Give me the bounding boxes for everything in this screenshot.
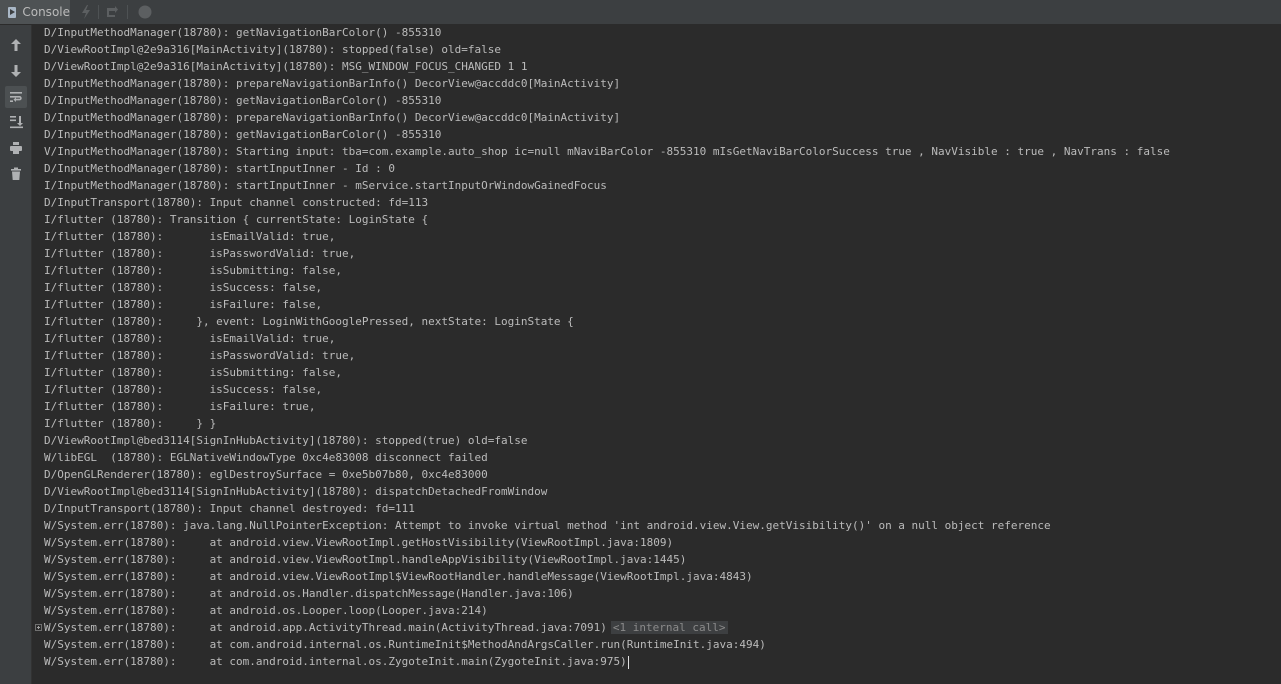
log-line: D/InputTransport(18780): Input channel d… (44, 502, 415, 515)
log-line: I/flutter (18780): isEmailValid: true, (44, 230, 336, 243)
expand-fold-icon[interactable] (35, 624, 42, 631)
log-line: D/ViewRootImpl@bed3114[SignInHubActivity… (44, 434, 528, 447)
log-line: I/flutter (18780): } } (44, 417, 217, 430)
stop-icon[interactable] (136, 3, 154, 21)
log-line-text: W/System.err(18780): at com.android.inte… (44, 655, 627, 668)
tab-console-label: Console (22, 5, 70, 19)
log-line: D/InputTransport(18780): Input channel c… (44, 196, 429, 209)
log-line: D/ViewRootImpl@bed3114[SignInHubActivity… (44, 485, 548, 498)
log-line: W/System.err(18780): at com.android.inte… (44, 653, 629, 670)
log-line: D/OpenGLRenderer(18780): eglDestroySurfa… (44, 468, 488, 481)
log-line: W/System.err(18780): at android.app.Acti… (44, 619, 728, 636)
rerun-icon[interactable] (103, 3, 121, 21)
log-line: I/flutter (18780): isPasswordValid: true… (44, 349, 356, 362)
tab-console[interactable]: Console (0, 0, 70, 24)
log-line: D/ViewRootImpl@2e9a316[MainActivity](187… (44, 43, 501, 56)
log-line: I/flutter (18780): }, event: LoginWithGo… (44, 315, 574, 328)
log-line: V/InputMethodManager(18780): Starting in… (44, 145, 1170, 158)
log-line: W/System.err(18780): at android.view.Vie… (44, 553, 687, 566)
scroll-to-end-icon[interactable] (5, 111, 27, 133)
log-line: I/InputMethodManager(18780): startInputI… (44, 179, 607, 192)
console-output[interactable]: D/InputMethodManager(18780): getNavigati… (32, 25, 1281, 684)
log-line: I/flutter (18780): isPasswordValid: true… (44, 247, 356, 260)
log-line: W/libEGL (18780): EGLNativeWindowType 0x… (44, 451, 488, 464)
log-line: W/System.err(18780): at android.os.Handl… (44, 587, 574, 600)
log-line: W/System.err(18780): java.lang.NullPoint… (44, 519, 1051, 532)
toolbar-separator (127, 5, 128, 19)
log-line: W/System.err(18780): at com.android.inte… (44, 638, 766, 651)
log-line: D/InputMethodManager(18780): prepareNavi… (44, 77, 621, 90)
trash-icon[interactable] (5, 163, 27, 185)
console-sidebar (0, 25, 32, 684)
text-caret (627, 655, 629, 669)
toolbar-separator (98, 5, 99, 19)
soft-wrap-icon[interactable] (5, 86, 27, 108)
log-line: I/flutter (18780): isSuccess: false, (44, 383, 323, 396)
arrow-up-icon[interactable] (5, 34, 27, 56)
log-line: I/flutter (18780): isFailure: true, (44, 400, 316, 413)
lightning-icon[interactable] (77, 3, 95, 21)
log-line: I/flutter (18780): Transition { currentS… (44, 213, 429, 226)
log-line: I/flutter (18780): isSuccess: false, (44, 281, 323, 294)
log-line: W/System.err(18780): at android.os.Loope… (44, 604, 488, 617)
internal-call-fold[interactable]: <1 internal call> (610, 621, 728, 634)
log-line-text: W/System.err(18780): at android.app.Acti… (44, 621, 607, 634)
log-line: D/InputMethodManager(18780): prepareNavi… (44, 111, 621, 124)
print-icon[interactable] (5, 137, 27, 159)
console-toolbar: Console (0, 0, 1281, 25)
log-line: D/InputMethodManager(18780): getNavigati… (44, 128, 442, 141)
log-line: W/System.err(18780): at android.view.Vie… (44, 570, 753, 583)
log-line: D/InputMethodManager(18780): startInputI… (44, 162, 395, 175)
log-line: I/flutter (18780): isSubmitting: false, (44, 264, 343, 277)
log-line: I/flutter (18780): isEmailValid: true, (44, 332, 336, 345)
log-line: I/flutter (18780): isFailure: false, (44, 298, 323, 311)
log-line: D/InputMethodManager(18780): getNavigati… (44, 26, 442, 39)
log-line: D/InputMethodManager(18780): getNavigati… (44, 94, 442, 107)
log-line: I/flutter (18780): isSubmitting: false, (44, 366, 343, 379)
console-icon (8, 6, 17, 18)
arrow-down-icon[interactable] (5, 60, 27, 82)
log-line: D/ViewRootImpl@2e9a316[MainActivity](187… (44, 60, 528, 73)
log-line: W/System.err(18780): at android.view.Vie… (44, 536, 674, 549)
